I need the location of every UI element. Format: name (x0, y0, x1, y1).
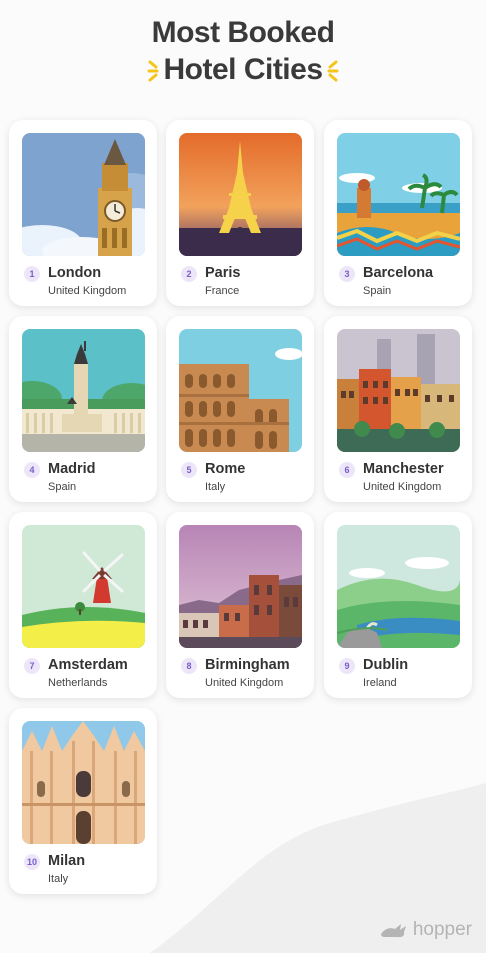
country-name: Netherlands (48, 677, 108, 689)
city-name: Barcelona (363, 265, 434, 281)
rank-badge: 3 (339, 266, 355, 282)
country-name: Italy (205, 481, 226, 493)
madrid-illustration (22, 329, 145, 452)
city-card-madrid[interactable]: 4 Madrid Spain (9, 316, 157, 502)
milan-illustration (22, 721, 145, 844)
bunny-icon (380, 924, 406, 938)
country-name: Spain (363, 285, 392, 297)
city-name: Rome (205, 461, 246, 477)
city-name: Milan (48, 853, 86, 869)
rank-badge: 4 (24, 462, 40, 478)
country-name: United Kingdom (363, 481, 442, 493)
city-card-dublin[interactable]: 9 Dublin Ireland (324, 512, 472, 698)
sparkle-right-icon (327, 60, 339, 82)
page-title: Most Booked Hotel Cities (0, 14, 486, 88)
rank-badge: 6 (339, 462, 355, 478)
rank-badge: 5 (181, 462, 197, 478)
london-illustration (22, 133, 145, 256)
brand-name: hopper (412, 919, 472, 940)
city-card-milan[interactable]: 10 Milan Italy (9, 708, 157, 894)
rank-badge: 10 (24, 854, 40, 870)
country-name: Ireland (363, 677, 397, 689)
country-name: United Kingdom (205, 677, 284, 689)
rank-badge: 9 (339, 658, 355, 674)
city-name: Manchester (363, 461, 444, 477)
hopper-logo: hopper (379, 919, 472, 941)
sparkle-left-icon (147, 60, 159, 82)
title-line-2: Hotel Cities (0, 51, 486, 88)
city-card-amsterdam[interactable]: 7 Amsterdam Netherlands (9, 512, 157, 698)
rank-badge: 7 (24, 658, 40, 674)
country-name: United Kingdom (48, 285, 127, 297)
dublin-illustration (337, 525, 460, 648)
city-card-london[interactable]: 1 London United Kingdom (9, 120, 157, 306)
city-card-rome[interactable]: 5 Rome Italy (166, 316, 314, 502)
city-name: Amsterdam (48, 657, 128, 673)
country-name: Spain (48, 481, 77, 493)
title-line-2-text: Hotel Cities (163, 53, 323, 86)
rank-badge: 8 (181, 658, 197, 674)
city-name: Dublin (363, 657, 409, 673)
barcelona-illustration (337, 133, 460, 256)
city-name: London (48, 265, 102, 281)
rank-badge: 1 (24, 266, 40, 282)
country-name: France (205, 285, 240, 297)
paris-illustration (179, 133, 302, 256)
rank-badge: 2 (181, 266, 197, 282)
title-line-1: Most Booked (151, 16, 335, 49)
rome-illustration (179, 329, 302, 452)
city-card-birmingham[interactable]: 8 Birmingham United Kingdom (166, 512, 314, 698)
birmingham-illustration (179, 525, 302, 648)
city-name: Birmingham (205, 657, 290, 673)
amsterdam-illustration (22, 525, 145, 648)
city-card-barcelona[interactable]: 3 Barcelona Spain (324, 120, 472, 306)
city-card-manchester[interactable]: 6 Manchester United Kingdom (324, 316, 472, 502)
country-name: Italy (48, 873, 69, 885)
city-name: Paris (205, 265, 241, 281)
city-card-paris[interactable]: 2 Paris France (166, 120, 314, 306)
manchester-illustration (337, 329, 460, 452)
city-name: Madrid (48, 461, 96, 477)
